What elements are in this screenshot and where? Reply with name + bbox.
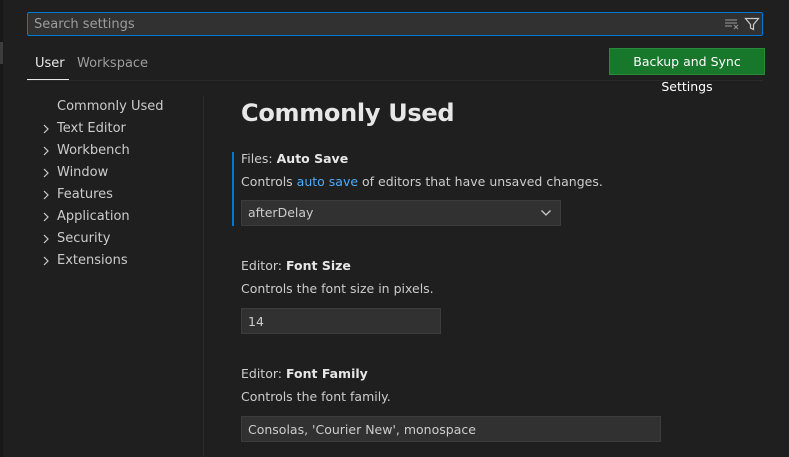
setting-name: Font Size <box>285 258 351 273</box>
activity-bar-edge <box>0 0 3 457</box>
font-family-input[interactable] <box>241 416 661 442</box>
setting-category: Files: <box>241 151 277 166</box>
activity-bar-edge-mark <box>0 42 3 64</box>
setting-description: Controls auto save of editors that have … <box>241 173 603 191</box>
toc-item-application[interactable]: Application <box>27 206 203 228</box>
setting-desc-before: Controls <box>241 174 297 189</box>
chevron-right-icon <box>43 190 49 200</box>
header-divider <box>27 80 763 81</box>
toc-item-security[interactable]: Security <box>27 228 203 250</box>
tab-workspace[interactable]: Workspace <box>77 52 148 80</box>
toc-item-label: Commonly Used <box>57 99 164 114</box>
toc-item-features[interactable]: Features <box>27 184 203 206</box>
search-settings-box[interactable] <box>27 12 763 36</box>
focused-setting-indicator <box>232 152 234 226</box>
search-input[interactable] <box>34 13 714 35</box>
auto-save-select[interactable]: afterDelay <box>241 200 561 226</box>
setting-files-auto-save: Files: Auto Save Controls auto save of e… <box>241 150 603 191</box>
setting-name: Auto Save <box>276 151 349 166</box>
auto-save-link[interactable]: auto save <box>297 174 358 189</box>
toc-item-label: Application <box>57 209 130 224</box>
toc-item-label: Window <box>57 165 109 180</box>
toc-item-commonly-used[interactable]: Commonly Used <box>27 96 203 118</box>
section-title: Commonly Used <box>241 99 455 127</box>
toc-item-text-editor[interactable]: Text Editor <box>27 118 203 140</box>
setting-description: Controls the font size in pixels. <box>241 281 434 296</box>
setting-editor-font-family: Editor: Font Family Controls the font fa… <box>241 365 391 406</box>
chevron-down-icon <box>541 210 551 216</box>
toc-item-label: Features <box>57 187 113 202</box>
setting-description: Controls the font family. <box>241 389 391 404</box>
backup-and-sync-button[interactable]: Backup and Sync Settings <box>609 48 765 94</box>
clear-filter-icon[interactable] <box>724 17 740 31</box>
filter-icon[interactable] <box>744 17 760 31</box>
chevron-right-icon <box>43 146 49 156</box>
setting-category: Editor: <box>241 258 286 273</box>
toc-item-label: Text Editor <box>57 121 126 136</box>
font-size-input[interactable] <box>241 308 441 334</box>
setting-editor-font-size: Editor: Font Size Controls the font size… <box>241 257 434 298</box>
toc-item-workbench[interactable]: Workbench <box>27 140 203 162</box>
toc-item-label: Workbench <box>57 143 130 158</box>
setting-title: Editor: Font Size <box>241 257 434 275</box>
setting-title: Files: Auto Save <box>241 150 603 168</box>
chevron-right-icon <box>43 168 49 178</box>
toc-item-extensions[interactable]: Extensions <box>27 250 203 272</box>
tab-user[interactable]: User <box>27 52 69 80</box>
chevron-right-icon <box>43 256 49 266</box>
settings-toc: Commonly Used Text Editor Workbench Wind… <box>27 96 203 272</box>
toc-item-label: Extensions <box>57 253 128 268</box>
setting-category: Editor: <box>241 366 286 381</box>
setting-title: Editor: Font Family <box>241 365 391 383</box>
setting-desc-after: of editors that have unsaved changes. <box>358 174 603 189</box>
chevron-right-icon <box>43 124 49 134</box>
chevron-right-icon <box>43 234 49 244</box>
chevron-right-icon <box>43 212 49 222</box>
setting-name: Font Family <box>285 366 368 381</box>
toc-item-window[interactable]: Window <box>27 162 203 184</box>
toc-item-label: Security <box>57 231 111 246</box>
auto-save-value: afterDelay <box>248 205 314 220</box>
toc-divider <box>203 96 204 457</box>
